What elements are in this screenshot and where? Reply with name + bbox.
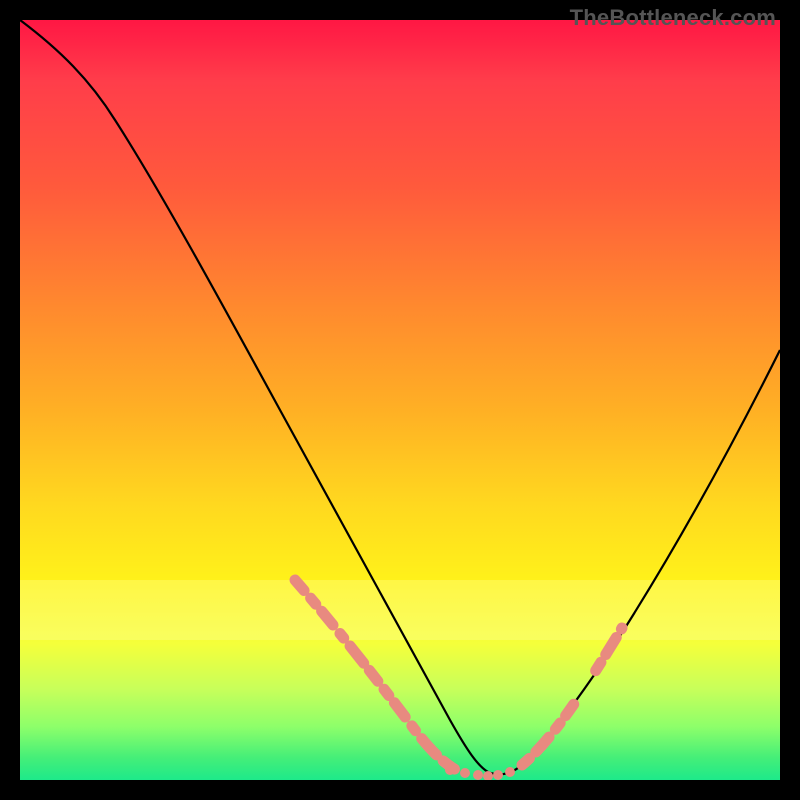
highlight-right-arm: [522, 628, 622, 765]
bottleneck-curve: [20, 20, 780, 774]
watermark-text: TheBottleneck.com: [570, 5, 776, 31]
highlight-left-arm: [295, 580, 460, 772]
chart-svg: [20, 20, 780, 780]
chart-frame: [20, 20, 780, 780]
